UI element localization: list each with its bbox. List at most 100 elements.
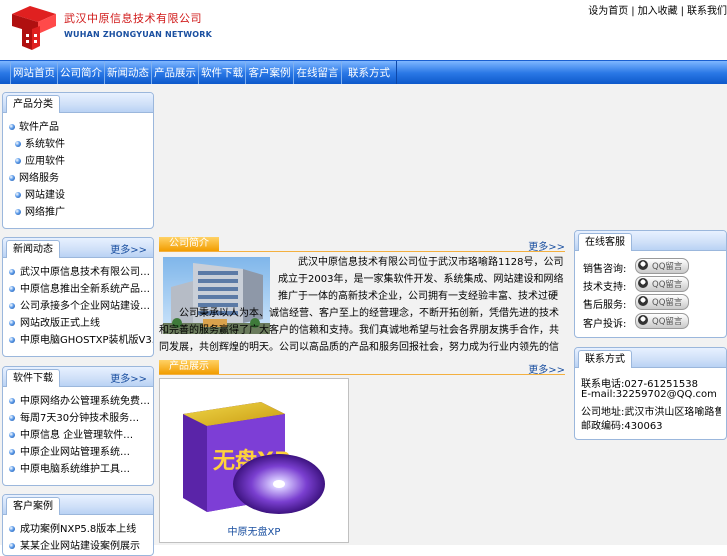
download-link[interactable]: 每周7天30分钟技术服务… xyxy=(20,410,139,427)
add-favorite-link[interactable]: 加入收藏 xyxy=(638,6,678,17)
download-more-link[interactable]: 更多>> xyxy=(110,370,147,385)
bullet-icon xyxy=(9,415,15,421)
list-item[interactable]: 中原信息推出全新系统产品… xyxy=(3,281,153,298)
qq-button-label: QQ留言 xyxy=(652,298,683,308)
box-header: 在线客服 xyxy=(575,231,726,251)
product-box-image[interactable]: 无盘XP xyxy=(161,380,347,526)
list-item[interactable]: 网络推广 xyxy=(3,204,153,221)
qq-penguin-icon xyxy=(638,315,648,325)
contact-email: E-mail:32259702@QQ.com xyxy=(581,389,717,400)
nav-item-cases[interactable]: 客户案例 xyxy=(245,61,294,85)
category-list: 软件产品 系统软件 应用软件 网络服务 网站建设 网络推广 xyxy=(3,119,153,221)
product-category-box: 产品分类 软件产品 系统软件 应用软件 网络服务 网站建设 网络推广 xyxy=(2,92,154,229)
bullet-icon xyxy=(15,192,21,198)
list-item[interactable]: 中原信息 企业管理软件… xyxy=(3,427,153,444)
list-item[interactable]: 网站建设 xyxy=(3,187,153,204)
intro-more-link[interactable]: 更多>> xyxy=(528,238,565,253)
company-name-en: WUHAN ZHONGYUAN NETWORK xyxy=(64,30,212,39)
list-item[interactable]: 每周7天30分钟技术服务… xyxy=(3,410,153,427)
product-card[interactable]: 无盘XP 中原无盘XP xyxy=(159,378,349,543)
set-homepage-link[interactable]: 设为首页 xyxy=(588,6,628,17)
service-label: 销售咨询: xyxy=(583,264,627,275)
showcase-title: 产品展示 xyxy=(159,360,219,374)
list-item[interactable]: 某某企业网站建设案例展示 xyxy=(3,538,153,555)
divider: | xyxy=(631,6,635,17)
nav-item-about[interactable]: 公司简介 xyxy=(57,61,105,85)
qq-button-label: QQ留言 xyxy=(652,280,683,290)
bullet-icon xyxy=(9,466,15,472)
nav-item-contact[interactable]: 联系方式 xyxy=(341,61,397,85)
news-link[interactable]: 武汉中原信息技术有限公司… xyxy=(20,264,150,281)
list-item[interactable]: 应用软件 xyxy=(3,153,153,170)
box-header: 联系方式 xyxy=(575,348,726,368)
download-link[interactable]: 中原企业网站管理系统… xyxy=(20,444,130,461)
news-link[interactable]: 中原电脑GHOSTXP装机版V3… xyxy=(20,332,153,349)
bullet-icon xyxy=(9,286,15,292)
cases-box: 客户案例 成功案例NXP5.8版本上线 某某企业网站建设案例展示 xyxy=(2,494,154,556)
list-item[interactable]: 系统软件 xyxy=(3,136,153,153)
news-link[interactable]: 中原信息推出全新系统产品… xyxy=(20,281,150,298)
bullet-icon xyxy=(9,398,15,404)
category-link[interactable]: 网络推广 xyxy=(25,204,65,221)
list-item[interactable]: 中原电脑系统维护工具… xyxy=(3,461,153,478)
product-caption-link[interactable]: 中原无盘XP xyxy=(160,526,348,540)
box-header: 新闻动态 更多>> xyxy=(3,238,153,258)
list-item[interactable]: 网络服务 xyxy=(3,170,153,187)
bullet-icon xyxy=(15,158,21,164)
download-link[interactable]: 中原信息 企业管理软件… xyxy=(20,427,133,444)
showcase-more-link[interactable]: 更多>> xyxy=(528,361,565,376)
bullet-icon xyxy=(9,124,15,130)
service-label: 售后服务: xyxy=(583,300,627,311)
intro-title: 公司简介 xyxy=(159,237,219,251)
nav-item-products[interactable]: 产品展示 xyxy=(151,61,199,85)
news-link[interactable]: 网站改版正式上线 xyxy=(20,315,100,332)
category-link[interactable]: 网络服务 xyxy=(19,170,59,187)
qq-message-button[interactable]: QQ留言 xyxy=(635,276,689,292)
list-item[interactable]: 武汉中原信息技术有限公司… xyxy=(3,264,153,281)
list-item[interactable]: 中原网络办公管理系统免费… xyxy=(3,393,153,410)
list-item[interactable]: 公司承接多个企业网站建设… xyxy=(3,298,153,315)
bullet-icon xyxy=(9,432,15,438)
bullet-icon xyxy=(9,337,15,343)
nav-item-home[interactable]: 网站首页 xyxy=(10,61,58,85)
category-link[interactable]: 系统软件 xyxy=(25,136,65,153)
qq-message-button[interactable]: QQ留言 xyxy=(635,313,689,329)
list-item[interactable]: 软件产品 xyxy=(3,119,153,136)
case-link[interactable]: 某某企业网站建设案例展示 xyxy=(20,538,140,555)
service-label: 技术支持: xyxy=(583,282,627,293)
cases-list: 成功案例NXP5.8版本上线 某某企业网站建设案例展示 xyxy=(3,521,153,555)
contact-us-link[interactable]: 联系我们 xyxy=(687,6,727,17)
category-link[interactable]: 应用软件 xyxy=(25,153,65,170)
bullet-icon xyxy=(9,175,15,181)
news-list: 武汉中原信息技术有限公司… 中原信息推出全新系统产品… 公司承接多个企业网站建设… xyxy=(3,264,153,349)
intro-paragraph-2: 公司秉承以人为本、诚信经营、客户至上的经营理念，不断开拓创新，凭借先进的技术和完… xyxy=(159,308,559,353)
nav-item-message[interactable]: 在线留言 xyxy=(293,61,342,85)
news-link[interactable]: 公司承接多个企业网站建设… xyxy=(20,298,150,315)
qq-message-button[interactable]: QQ留言 xyxy=(635,294,689,310)
box-title: 新闻动态 xyxy=(6,240,60,258)
intro-text-bottom: 公司秉承以人为本、诚信经营、客户至上的经营理念，不断开拓创新，凭借先进的技术和完… xyxy=(159,305,565,356)
list-item[interactable]: 成功案例NXP5.8版本上线 xyxy=(3,521,153,538)
box-title: 联系方式 xyxy=(578,350,632,368)
nav-item-download[interactable]: 软件下载 xyxy=(198,61,246,85)
qq-button-label: QQ留言 xyxy=(652,317,683,327)
list-item[interactable]: 中原电脑GHOSTXP装机版V3… xyxy=(3,332,153,349)
download-link[interactable]: 中原电脑系统维护工具… xyxy=(20,461,130,478)
nav-item-news[interactable]: 新闻动态 xyxy=(104,61,152,85)
case-link[interactable]: 成功案例NXP5.8版本上线 xyxy=(20,521,136,538)
contact-box: 联系方式 联系电话:027-61251538 E-mail:32259702@Q… xyxy=(574,347,727,440)
company-logo-icon xyxy=(12,6,56,50)
list-item[interactable]: 中原企业网站管理系统… xyxy=(3,444,153,461)
category-link[interactable]: 软件产品 xyxy=(19,119,59,136)
list-item[interactable]: 网站改版正式上线 xyxy=(3,315,153,332)
divider: | xyxy=(680,6,684,17)
bullet-icon xyxy=(9,269,15,275)
news-more-link[interactable]: 更多>> xyxy=(110,241,147,256)
customer-service-box: 在线客服 销售咨询: QQ留言 技术支持: QQ留言 售后服务: QQ留言 客户… xyxy=(574,230,727,338)
intro-paragraph-1: 武汉中原信息技术有限公司位于武汉市珞喻路1128号，公司成立于2003年，是一家… xyxy=(278,257,564,302)
qq-message-button[interactable]: QQ留言 xyxy=(635,258,689,274)
download-link[interactable]: 中原网络办公管理系统免费… xyxy=(20,393,150,410)
category-link[interactable]: 网站建设 xyxy=(25,187,65,204)
box-title: 在线客服 xyxy=(578,233,632,251)
top-links: 设为首页 | 加入收藏 | 联系我们 xyxy=(588,2,727,17)
